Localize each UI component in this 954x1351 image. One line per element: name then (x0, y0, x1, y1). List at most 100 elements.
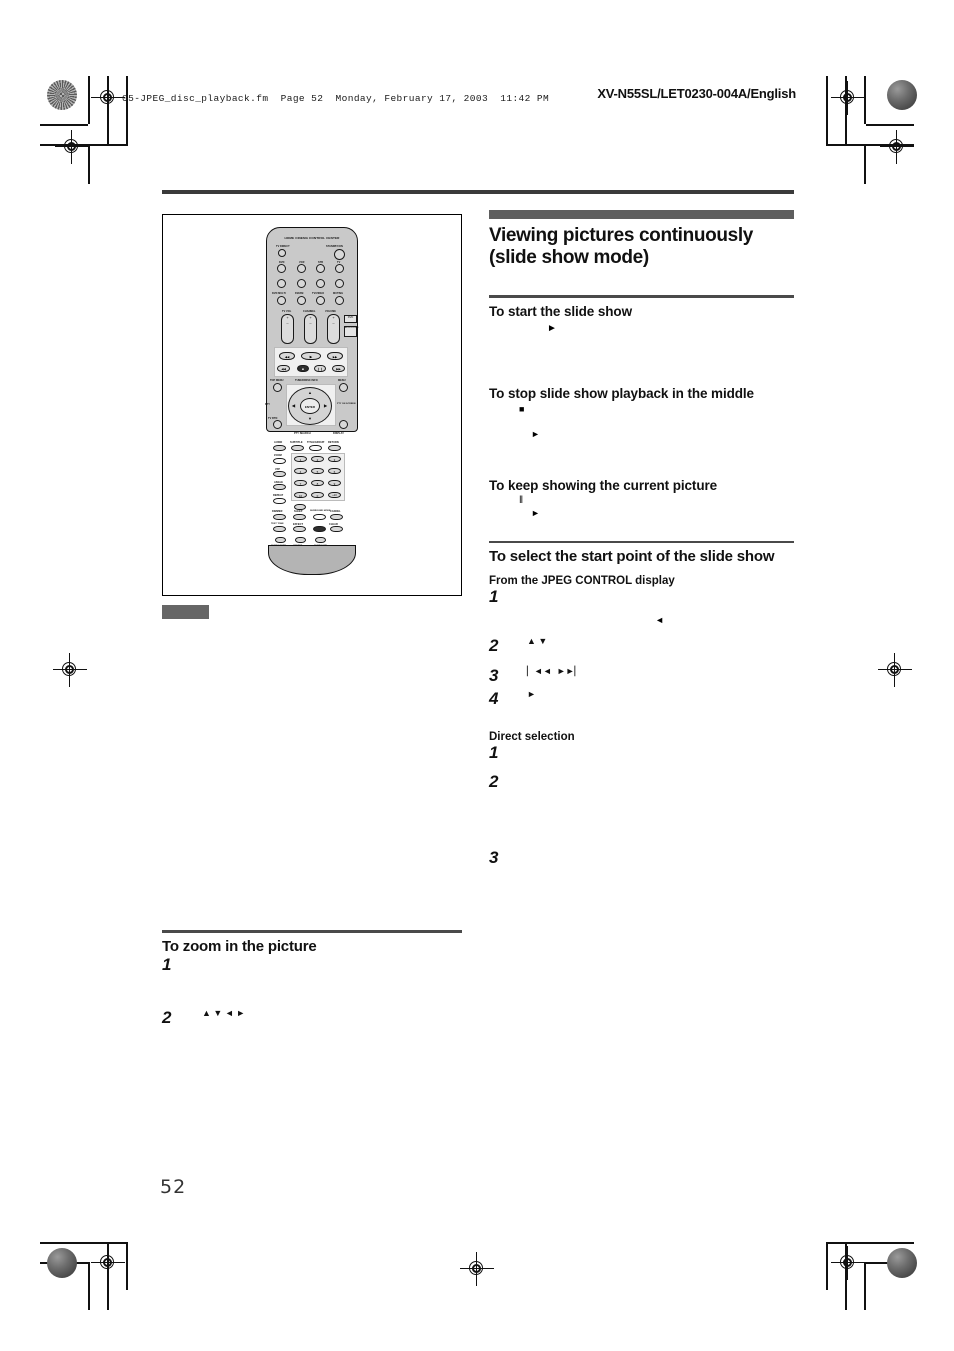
remote-button-return[interactable] (328, 445, 341, 451)
remote-button-on-screen[interactable] (339, 420, 348, 429)
remote-key-3[interactable]: 3 (328, 456, 341, 462)
remote-button-effect[interactable] (293, 526, 306, 532)
remote-button-tv-2[interactable] (335, 279, 344, 288)
remote-button-test-tone[interactable] (273, 526, 286, 532)
remote-button-cancel[interactable] (330, 514, 343, 520)
remote-button-dvd-2[interactable] (277, 279, 286, 288)
remote-button-next[interactable]: ▶▶ (327, 352, 343, 360)
select-start-point-heading: To select the start point of the slide s… (489, 548, 775, 566)
crop-line-tr-v3 (826, 76, 828, 144)
halftone-dot-bottom-right (887, 1248, 917, 1278)
direct-step-2-number: 2 (489, 772, 499, 792)
remote-button-pause[interactable]: ❙❙ (314, 365, 326, 372)
remote-button-standby-on[interactable] (334, 249, 345, 260)
start-stop-gap (489, 336, 794, 370)
remote-rocker-volume[interactable]: + – (327, 314, 340, 344)
stop-keep-gap (489, 440, 794, 462)
remote-button-stop[interactable]: ■ (297, 365, 309, 372)
remote-dpad-down-icon[interactable]: ▼ (308, 416, 312, 421)
remote-button-bass-boost[interactable] (275, 537, 286, 543)
remote-button-surround-mode[interactable] (313, 514, 326, 520)
remote-key-5[interactable]: 5 (311, 468, 324, 474)
remote-label-fm-am: FM/AM (295, 292, 304, 295)
remote-button-vfp[interactable] (273, 471, 286, 477)
remote-label-sleep: SLEEP (294, 510, 303, 513)
remote-key-plus-10[interactable]: +10 (328, 492, 341, 498)
remote-button-rewind[interactable]: ◀◀ (277, 365, 290, 372)
remote-label-pty: PTY (265, 403, 271, 406)
remote-button-previous[interactable]: ◀◀ (279, 352, 295, 360)
remote-button-vcr-2[interactable] (297, 279, 306, 288)
remote-dpad-up-icon[interactable]: ▲ (308, 390, 312, 395)
remote-key-10[interactable]: 10 (294, 492, 307, 498)
remote-button-repeat[interactable] (273, 498, 286, 504)
remote-key-1[interactable]: 1 (294, 456, 307, 462)
jpeg-step-4-text: ► (527, 689, 536, 700)
remote-rocker-channel[interactable]: + – (304, 314, 317, 344)
start-slide-show-heading: To start the slide show (489, 304, 632, 320)
remote-key-4[interactable]: 4 (294, 468, 307, 474)
remote-dpad-right-icon[interactable]: ▶ (324, 403, 327, 408)
remote-button-top-menu[interactable] (273, 383, 282, 392)
direct-step-1-text (513, 743, 794, 761)
crop-line-tl-h1 (40, 124, 88, 126)
remote-label-top-menu: TOP MENU (270, 379, 284, 382)
remote-button-clear[interactable] (330, 526, 343, 532)
remote-button-tv[interactable] (335, 264, 344, 273)
remote-button-subtitle[interactable] (291, 445, 304, 451)
registration-mark-bottom-right (831, 1246, 865, 1280)
right-column: Viewing pictures continuously (slide sho… (489, 210, 794, 867)
remote-key-7[interactable]: 7 (294, 480, 307, 486)
crop-line-bl-v3 (126, 1242, 128, 1290)
remote-button-tv-video[interactable] (316, 296, 325, 305)
remote-button-menu[interactable] (339, 383, 348, 392)
remote-button-fm-am[interactable] (297, 296, 306, 305)
figure-gray-marker (162, 605, 209, 619)
remote-button-on-off[interactable] (313, 526, 326, 532)
remote-rocker-tv-vol[interactable]: + – (281, 314, 294, 344)
remote-key-0[interactable]: 0 (311, 492, 324, 498)
remote-label-standby-on: STANDBY/ON (326, 245, 343, 248)
remote-side-tab-dvd[interactable]: DVD (344, 315, 357, 323)
remote-button-sleep[interactable] (293, 514, 306, 520)
remote-brand-label: HOME CINEMA CONTROL CENTER (284, 236, 340, 240)
remote-button-audio[interactable] (273, 445, 286, 451)
direct-step-3: 3 (489, 848, 794, 868)
remote-button-fast-forward[interactable]: ▶▶ (332, 365, 345, 372)
select-start-point-gap (489, 565, 794, 575)
remote-key-6[interactable]: 6 (328, 468, 341, 474)
remote-button-vcr[interactable] (297, 264, 306, 273)
remote-button-dvd[interactable] (277, 264, 286, 273)
remote-key-8[interactable]: 8 (311, 480, 324, 486)
remote-side-tab-audio-video[interactable]: AUDIO/VIDEO (344, 326, 359, 337)
remote-button-title-group[interactable] (309, 445, 322, 451)
remote-button-enter[interactable]: ENTER (300, 398, 320, 414)
remote-label-return: RETURN (328, 441, 339, 444)
remote-button-center-level[interactable] (295, 537, 306, 543)
remote-key-2[interactable]: 2 (311, 456, 324, 462)
registration-mark-right-middle (878, 653, 912, 687)
remote-button-angle[interactable] (273, 484, 286, 490)
remote-button-muting[interactable] (335, 296, 344, 305)
halftone-dot-bottom-left (47, 1248, 77, 1278)
remote-button-tv-rtn[interactable] (273, 420, 282, 429)
remote-button-play[interactable]: ▶ (301, 352, 321, 360)
jpeg-direct-gap (489, 709, 794, 731)
remote-button-zoom[interactable] (273, 458, 286, 464)
crop-line-br-h1 (826, 1242, 914, 1244)
keep-current-picture-glyph-2: ► (531, 507, 540, 518)
stop-keep-gap-2 (489, 462, 794, 472)
remote-key-9[interactable]: 9 (328, 480, 341, 486)
remote-label-tv-direct: TV DIRECT (276, 245, 290, 248)
zoom-step-2-number: 2 (162, 1008, 172, 1028)
remote-button-tv-direct[interactable] (278, 249, 286, 257)
start-slide-show-rule (489, 295, 794, 299)
zoom-section: To zoom in the picture 1 2 ▲ ▼ ◄ ► (162, 930, 462, 1028)
remote-button-surround-level[interactable] (315, 537, 326, 543)
remote-button-dimmer[interactable] (273, 514, 286, 520)
remote-button-dvd-multi[interactable] (277, 296, 286, 305)
remote-button-stb[interactable] (316, 264, 325, 273)
remote-dpad-left-icon[interactable]: ◀ (292, 403, 295, 408)
jpeg-step-1: 1 (489, 587, 794, 607)
remote-button-stb-2[interactable] (316, 279, 325, 288)
